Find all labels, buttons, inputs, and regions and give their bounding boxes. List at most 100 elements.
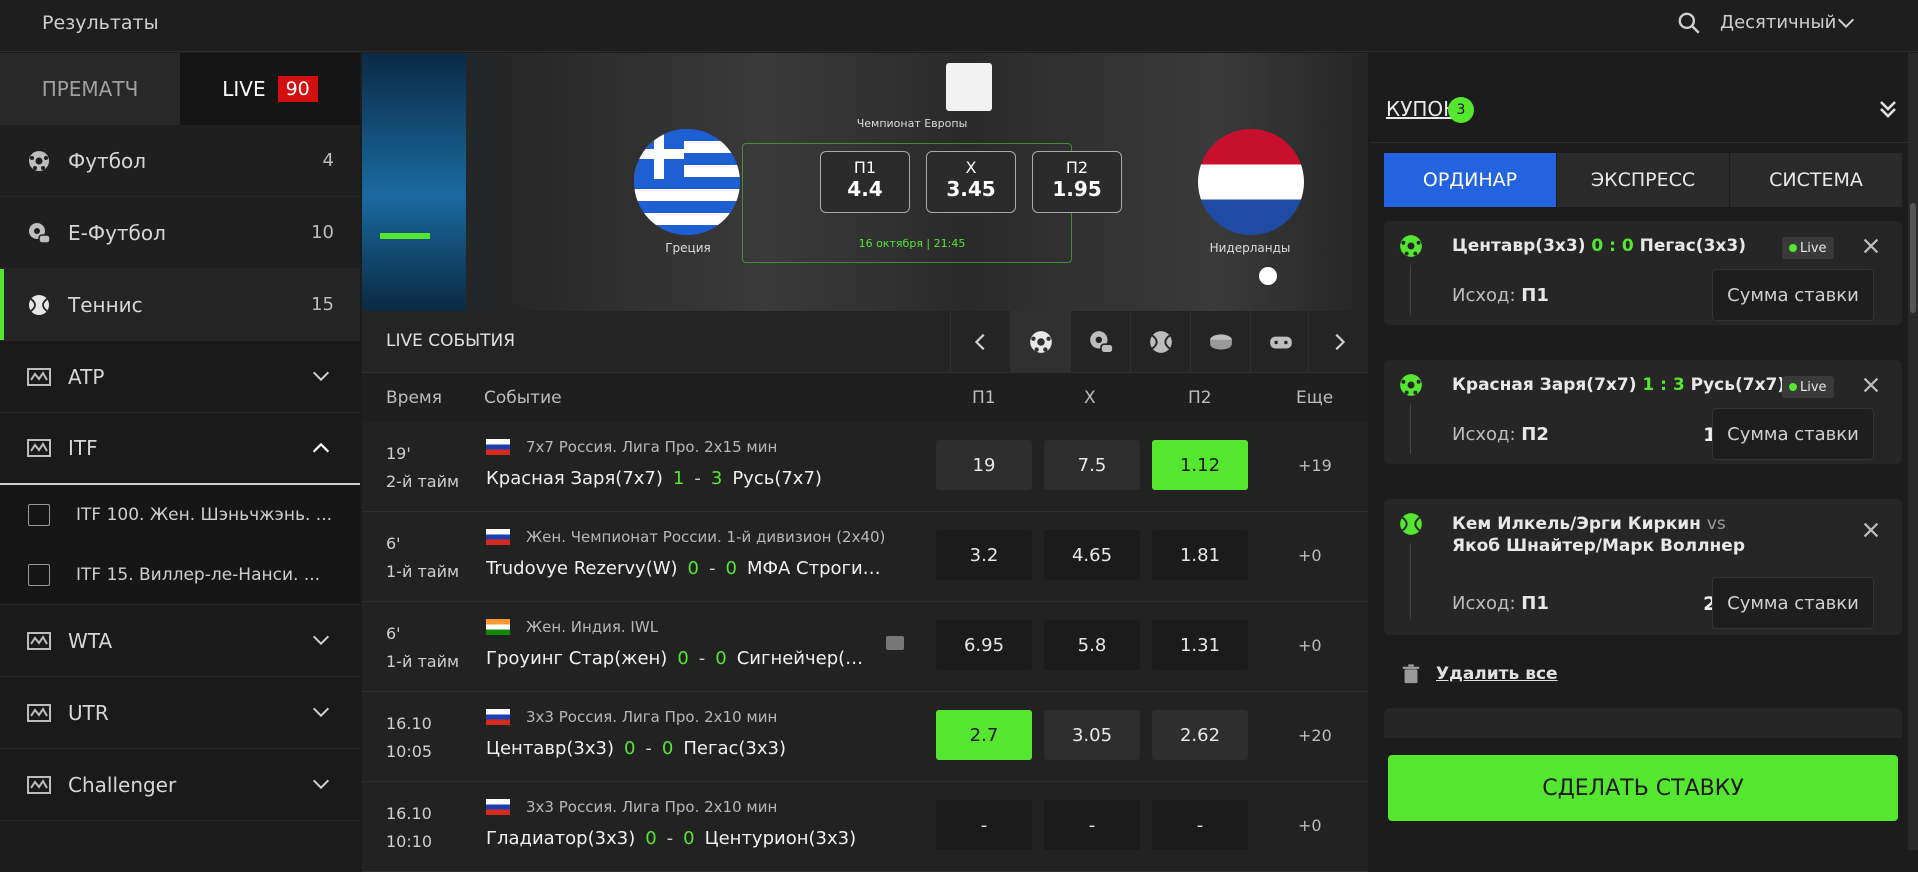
delete-all-button[interactable]: Удалить все [1400, 663, 1558, 685]
stake-input[interactable]: Сумма ставки [1712, 577, 1874, 629]
odd-x[interactable]: 4.65 [1044, 530, 1140, 580]
event-row[interactable]: 6' 1-й тайм Жен. Индия. IWL Гроуинг Стар(… [362, 602, 1368, 692]
search-icon[interactable] [1676, 10, 1702, 36]
tab-live[interactable]: LIVE 90 [180, 53, 360, 125]
live-badge: Live [1782, 376, 1834, 398]
odd-p2[interactable]: 1.31 [1152, 620, 1248, 670]
outcome-label: Исход: [1452, 285, 1516, 306]
event-teams[interactable]: Красная Заря(7х7) 1-3 Русь(7х7) [486, 468, 822, 489]
efootball-icon[interactable] [1070, 311, 1130, 373]
chevron-right-icon[interactable] [1308, 311, 1368, 373]
place-bet-button[interactable]: СДЕЛАТЬ СТАВКУ [1388, 755, 1898, 821]
itf-tournament-item[interactable]: ITF 15. Виллер-ле-Нанси. ... [0, 545, 360, 605]
itf-tournament-label: ITF 100. Жен. Шэньчжэнь. ... [76, 505, 333, 525]
tab-single[interactable]: ОРДИНАР [1384, 153, 1556, 207]
odd-x[interactable]: 5.8 [1044, 620, 1140, 670]
score2: 3 [710, 468, 723, 489]
sidebar-item-tennis[interactable]: Теннис 15 [0, 269, 360, 341]
odd-p1[interactable]: 19 [936, 440, 1032, 490]
chevron-down-icon[interactable] [1835, 12, 1857, 34]
odd-p2[interactable]: 2.62 [1152, 710, 1248, 760]
odd-x[interactable]: 7.5 [1044, 440, 1140, 490]
sidebar-group-wta[interactable]: WTA [0, 605, 360, 677]
sidebar-group-utr[interactable]: UTR [0, 677, 360, 749]
more-markets[interactable]: +19 [1298, 456, 1332, 475]
event-row[interactable]: 16.10 10:05 3х3 Россия. Лига Про. 2х10 ми… [362, 692, 1368, 782]
sidebar-item-efootball[interactable]: E-Футбол 10 [0, 197, 360, 269]
more-markets[interactable]: +20 [1298, 726, 1332, 745]
chevron-down-icon [312, 707, 330, 718]
chevron-down-icon [312, 635, 330, 646]
stake-input[interactable]: Сумма ставки [1712, 408, 1874, 460]
more-markets[interactable]: +0 [1298, 636, 1322, 655]
event-minute: 6' [386, 534, 401, 553]
col-p2: П2 [1188, 388, 1212, 408]
event-teams[interactable]: Центавр(3х3) 0-0 Пегас(3х3) [486, 738, 786, 759]
checkbox[interactable] [28, 504, 50, 526]
tab-prematch[interactable]: ПРЕМАТЧ [0, 53, 180, 125]
promo-banner[interactable]: Чемпионат Европы Греция Нидерланды П1 4.4… [362, 53, 1368, 311]
chevron-down-icon [312, 371, 330, 382]
itf-tournament-item[interactable]: ITF 100. Жен. Шэньчжэнь. ... [0, 485, 360, 545]
sidebar-group-atp[interactable]: ATP [0, 341, 360, 413]
event-league: Жен. Индия. IWL [486, 618, 658, 636]
esports-icon[interactable] [1250, 311, 1310, 373]
tab-system[interactable]: СИСТЕМА [1729, 153, 1902, 207]
tab-express[interactable]: ЭКСПРЕСС [1556, 153, 1729, 207]
football-icon[interactable] [1010, 311, 1070, 373]
event-row[interactable]: 6' 1-й тайм Жен. Чемпионат России. 1-й ди… [362, 512, 1368, 602]
sidebar-group-itf[interactable]: ITF [0, 413, 360, 485]
outcome-value: П2 [1521, 424, 1549, 445]
event-teams[interactable]: Гладиатор(3х3) 0-0 Центурион(3х3) [486, 828, 856, 849]
close-icon[interactable] [1860, 519, 1882, 541]
sidebar-group-challenger[interactable]: Challenger [0, 749, 360, 821]
banner-side-image [362, 53, 466, 311]
tab-prematch-label: ПРЕМАТЧ [41, 77, 139, 101]
tennis-icon[interactable] [1130, 311, 1190, 373]
event-teams[interactable]: Trudovye Rezervy(W)0-0МФА Строгино... [486, 558, 886, 579]
banner-odd-x[interactable]: X 3.45 [926, 151, 1016, 213]
odd-p2-selected[interactable]: 1.12 [1152, 440, 1248, 490]
results-link[interactable]: Результаты [42, 12, 159, 34]
odd-p1[interactable]: 6.95 [936, 620, 1032, 670]
event-league: 3х3 Россия. Лига Про. 2х10 мин [486, 708, 777, 726]
odd-p1[interactable]: 3.2 [936, 530, 1032, 580]
col-x: X [1084, 388, 1096, 408]
versus: vs [1706, 514, 1726, 534]
odd-x[interactable]: 3.05 [1044, 710, 1140, 760]
odd-p1[interactable]: - [936, 800, 1032, 850]
live-badge: Live [1782, 237, 1834, 259]
team2: Сигнейчер(ж... [736, 648, 876, 669]
scrollbar-thumb[interactable] [1910, 203, 1916, 313]
chevron-left-icon[interactable] [950, 311, 1010, 373]
odd-x[interactable]: - [1044, 800, 1140, 850]
score1: 0 [623, 738, 636, 759]
close-icon[interactable] [1860, 235, 1882, 257]
sidebar-group-label: WTA [68, 628, 113, 653]
close-icon[interactable] [1860, 374, 1882, 396]
stream-icon[interactable] [886, 636, 904, 650]
collapse-icon[interactable] [1874, 95, 1902, 123]
more-markets[interactable]: +0 [1298, 546, 1322, 565]
sidebar: ПРЕМАТЧ LIVE 90 Футбол 4 E-Футбол 10 Тенн… [0, 53, 360, 850]
sidebar-item-football[interactable]: Футбол 4 [0, 125, 360, 197]
event-row[interactable]: 16.10 10:10 3х3 Россия. Лига Про. 2х10 ми… [362, 782, 1368, 872]
checkbox[interactable] [28, 563, 50, 586]
odd-p2[interactable]: - [1152, 800, 1248, 850]
banner-odd-p1[interactable]: П1 4.4 [820, 151, 910, 213]
col-time: Время [386, 388, 442, 408]
banner-team1: Греция [665, 241, 711, 255]
page-scrollbar[interactable] [1908, 53, 1918, 850]
odds-format-select[interactable]: Десятичный [1720, 12, 1836, 33]
odd-p2[interactable]: 1.81 [1152, 530, 1248, 580]
score1: 0 [677, 648, 689, 669]
event-teams[interactable]: Гроуинг Стар(жен) 0-0 Сигнейчер(ж... [486, 648, 876, 669]
banner-odd-p2[interactable]: П2 1.95 [1032, 151, 1122, 213]
hockey-icon[interactable] [1190, 311, 1250, 373]
odd-p1-selected[interactable]: 2.7 [936, 710, 1032, 760]
event-row[interactable]: 19' 2-й тайм 7х7 Россия. Лига Про. 2х15 м… [362, 422, 1368, 512]
carousel-dot[interactable] [1259, 267, 1277, 285]
stake-input[interactable]: Сумма ставки [1712, 269, 1874, 321]
more-markets[interactable]: +0 [1298, 816, 1322, 835]
bet-slip-header: КУПОН 3 [1370, 53, 1918, 143]
